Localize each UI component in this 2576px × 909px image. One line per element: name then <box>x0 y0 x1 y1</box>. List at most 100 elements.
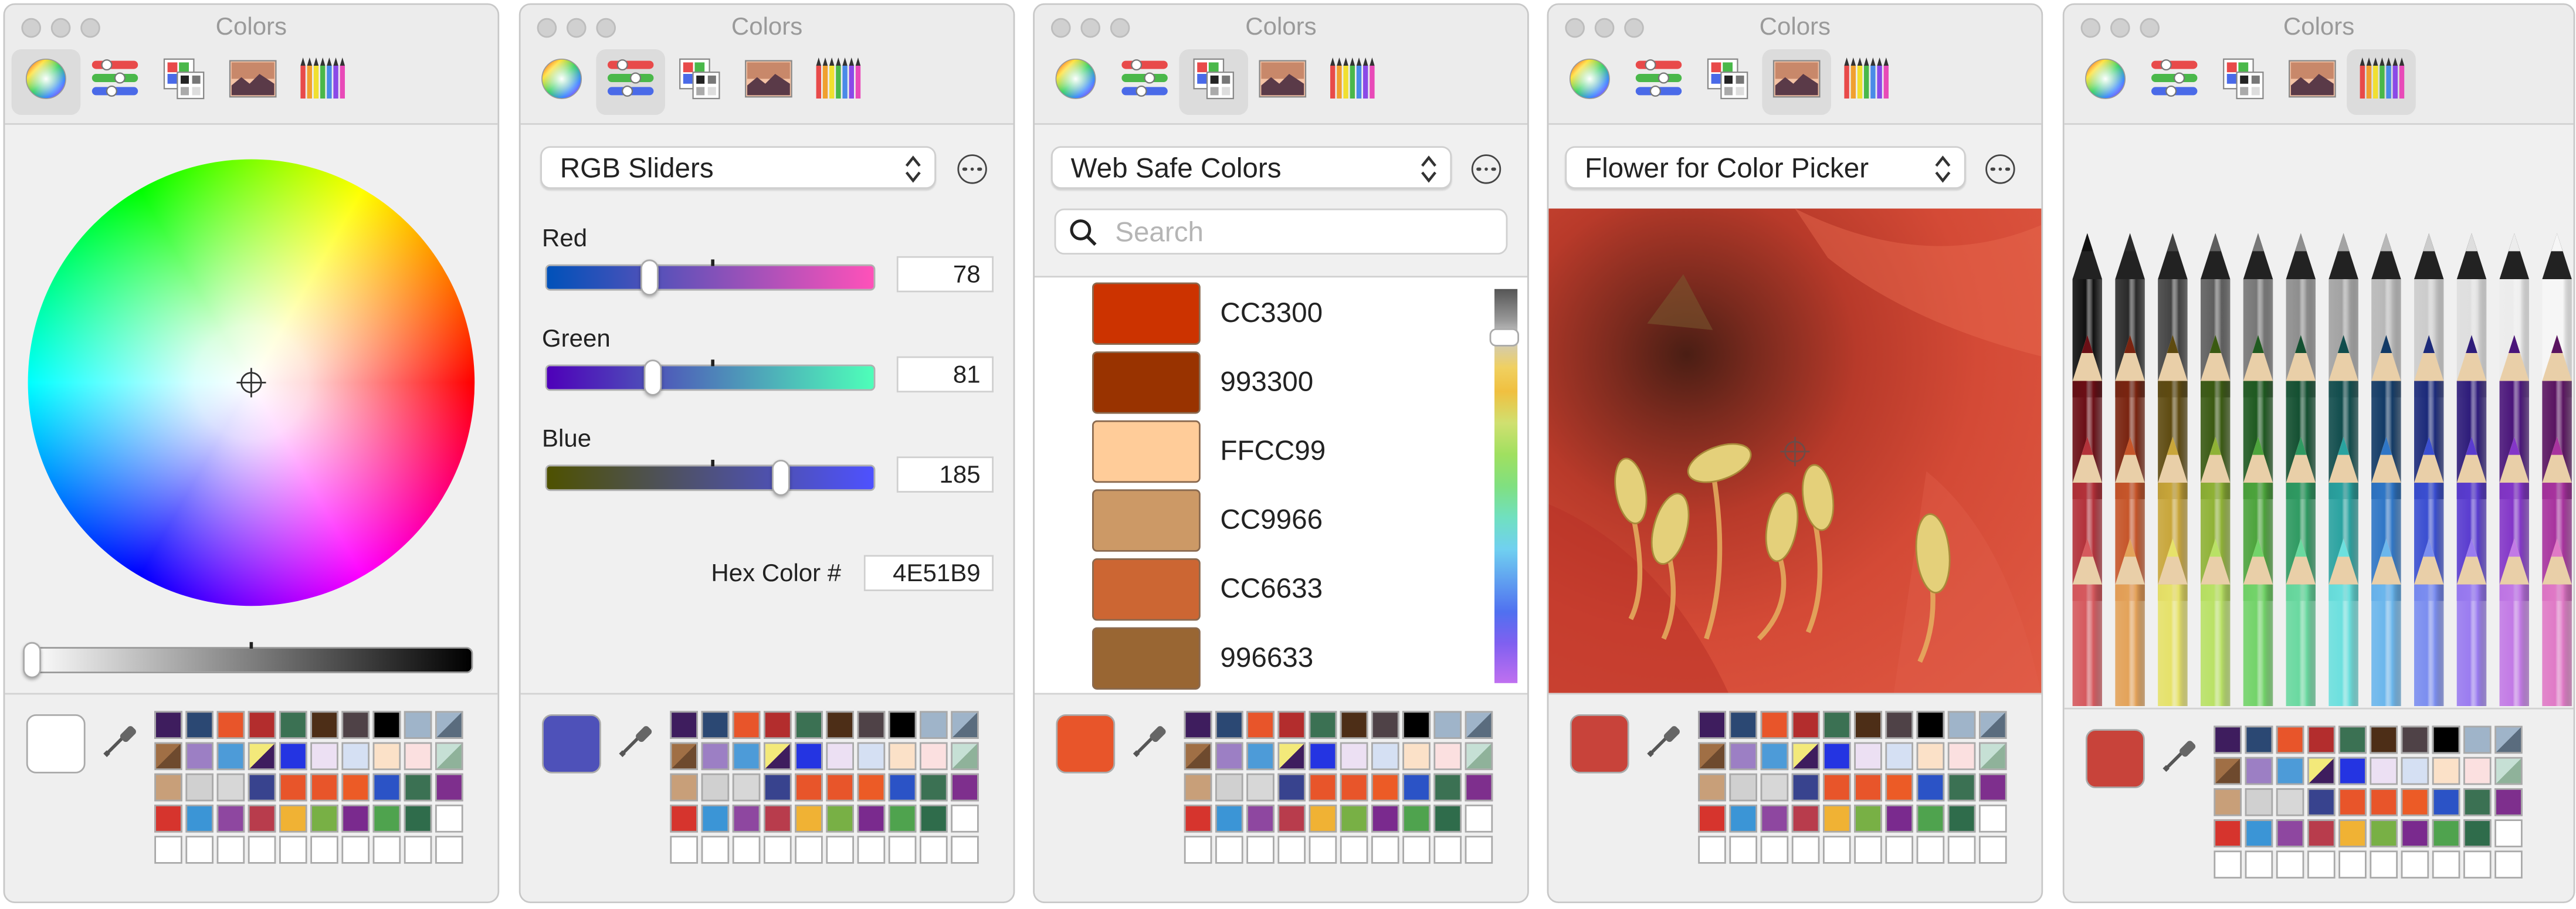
favorite-swatch[interactable] <box>1402 773 1431 802</box>
favorite-swatch[interactable] <box>1277 805 1306 833</box>
pencil[interactable] <box>2067 538 2107 707</box>
favorite-swatch[interactable] <box>764 742 792 771</box>
favorite-swatch[interactable] <box>372 711 401 739</box>
favorite-swatch[interactable] <box>2401 725 2429 754</box>
favorite-swatch[interactable] <box>2494 819 2523 847</box>
favorite-swatch[interactable] <box>826 711 854 739</box>
favorite-swatch[interactable] <box>372 805 401 833</box>
favorite-swatch[interactable] <box>1791 742 1820 771</box>
pencil[interactable] <box>2153 538 2192 707</box>
favorite-swatch[interactable] <box>1277 742 1306 771</box>
favorite-swatch[interactable] <box>1340 773 1368 802</box>
eyedropper-icon[interactable] <box>1130 718 1172 769</box>
favorite-swatch[interactable] <box>1309 773 1337 802</box>
tab-color-palettes[interactable] <box>1693 49 1762 115</box>
flower-image[interactable] <box>1548 208 2042 695</box>
favorite-swatch[interactable] <box>2370 757 2398 785</box>
favorite-swatch[interactable] <box>2214 850 2242 879</box>
favorites-grid[interactable] <box>154 711 463 864</box>
favorite-swatch[interactable] <box>1791 773 1820 802</box>
tab-pencils[interactable] <box>803 49 872 115</box>
favorite-swatch[interactable] <box>1215 742 1243 771</box>
favorite-swatch[interactable] <box>2494 850 2523 879</box>
favorite-swatch[interactable] <box>1465 836 1493 864</box>
favorite-swatch[interactable] <box>435 836 463 864</box>
favorite-swatch[interactable] <box>1823 711 1851 739</box>
favorite-swatch[interactable] <box>920 711 948 739</box>
favorite-swatch[interactable] <box>1760 836 1789 864</box>
favorite-swatch[interactable] <box>1854 836 1882 864</box>
favorite-swatch[interactable] <box>1729 711 1757 739</box>
favorite-swatch[interactable] <box>1823 805 1851 833</box>
favorite-swatch[interactable] <box>1698 773 1726 802</box>
favorite-swatch[interactable] <box>1246 711 1275 739</box>
favorite-swatch[interactable] <box>701 711 730 739</box>
favorite-swatch[interactable] <box>1465 773 1493 802</box>
palette-list-popup[interactable]: Web Safe Colors <box>1051 146 1452 189</box>
favorite-swatch[interactable] <box>154 836 182 864</box>
eyedropper-icon[interactable] <box>100 718 143 769</box>
palette-list-item[interactable]: 996633 <box>1092 626 1313 691</box>
favorite-swatch[interactable] <box>341 805 370 833</box>
tab-color-wheel[interactable] <box>1555 49 1625 115</box>
favorite-swatch[interactable] <box>310 773 338 802</box>
favorite-swatch[interactable] <box>1215 711 1243 739</box>
favorite-swatch[interactable] <box>2494 725 2523 754</box>
favorite-swatch[interactable] <box>1823 836 1851 864</box>
favorite-swatch[interactable] <box>1433 805 1462 833</box>
favorite-swatch[interactable] <box>279 742 307 771</box>
tab-color-wheel[interactable] <box>11 49 81 115</box>
favorite-swatch[interactable] <box>1885 773 1913 802</box>
favorite-swatch[interactable] <box>435 805 463 833</box>
favorite-swatch[interactable] <box>920 805 948 833</box>
favorite-swatch[interactable] <box>1885 805 1913 833</box>
favorites-grid[interactable] <box>2214 725 2523 879</box>
favorite-swatch[interactable] <box>2401 850 2429 879</box>
favorite-swatch[interactable] <box>670 742 698 771</box>
favorite-swatch[interactable] <box>2463 788 2492 816</box>
favorite-swatch[interactable] <box>404 742 432 771</box>
favorite-swatch[interactable] <box>2370 788 2398 816</box>
favorite-swatch[interactable] <box>1979 711 2007 739</box>
favorite-swatch[interactable] <box>2370 850 2398 879</box>
more-options-icon[interactable] <box>1471 154 1501 184</box>
current-color-swatch[interactable] <box>2086 729 2145 788</box>
favorites-grid[interactable] <box>670 711 979 864</box>
favorite-swatch[interactable] <box>795 711 823 739</box>
red-value-field[interactable]: 78 <box>896 256 994 293</box>
favorite-swatch[interactable] <box>951 805 979 833</box>
favorite-swatch[interactable] <box>435 773 463 802</box>
pencil[interactable] <box>2281 538 2320 707</box>
favorite-swatch[interactable] <box>1823 742 1851 771</box>
favorite-swatch[interactable] <box>1729 805 1757 833</box>
favorite-swatch[interactable] <box>1246 742 1275 771</box>
favorite-swatch[interactable] <box>1698 836 1726 864</box>
favorite-swatch[interactable] <box>2276 850 2304 879</box>
favorite-swatch[interactable] <box>2245 725 2273 754</box>
favorite-swatch[interactable] <box>701 805 730 833</box>
favorite-swatch[interactable] <box>2463 850 2492 879</box>
red-slider[interactable] <box>545 259 876 296</box>
favorite-swatch[interactable] <box>2401 819 2429 847</box>
favorite-swatch[interactable] <box>2401 757 2429 785</box>
favorite-swatch[interactable] <box>1433 742 1462 771</box>
color-wheel[interactable] <box>28 159 475 606</box>
favorite-swatch[interactable] <box>1760 805 1789 833</box>
favorite-swatch[interactable] <box>1854 773 1882 802</box>
favorite-swatch[interactable] <box>1979 805 2007 833</box>
favorite-swatch[interactable] <box>1916 836 1945 864</box>
favorite-swatch[interactable] <box>154 711 182 739</box>
favorite-swatch[interactable] <box>2307 850 2336 879</box>
favorite-swatch[interactable] <box>1402 805 1431 833</box>
eyedropper-icon[interactable] <box>616 718 659 769</box>
tab-image-palettes[interactable] <box>1762 49 1831 115</box>
brightness-knob[interactable] <box>23 642 41 679</box>
favorite-swatch[interactable] <box>795 742 823 771</box>
favorite-swatch[interactable] <box>1277 836 1306 864</box>
favorite-swatch[interactable] <box>1402 742 1431 771</box>
tab-color-sliders[interactable] <box>80 49 150 115</box>
favorite-swatch[interactable] <box>1465 742 1493 771</box>
image-crosshair-icon[interactable] <box>1780 436 1810 474</box>
favorite-swatch[interactable] <box>1340 836 1368 864</box>
favorite-swatch[interactable] <box>2276 788 2304 816</box>
